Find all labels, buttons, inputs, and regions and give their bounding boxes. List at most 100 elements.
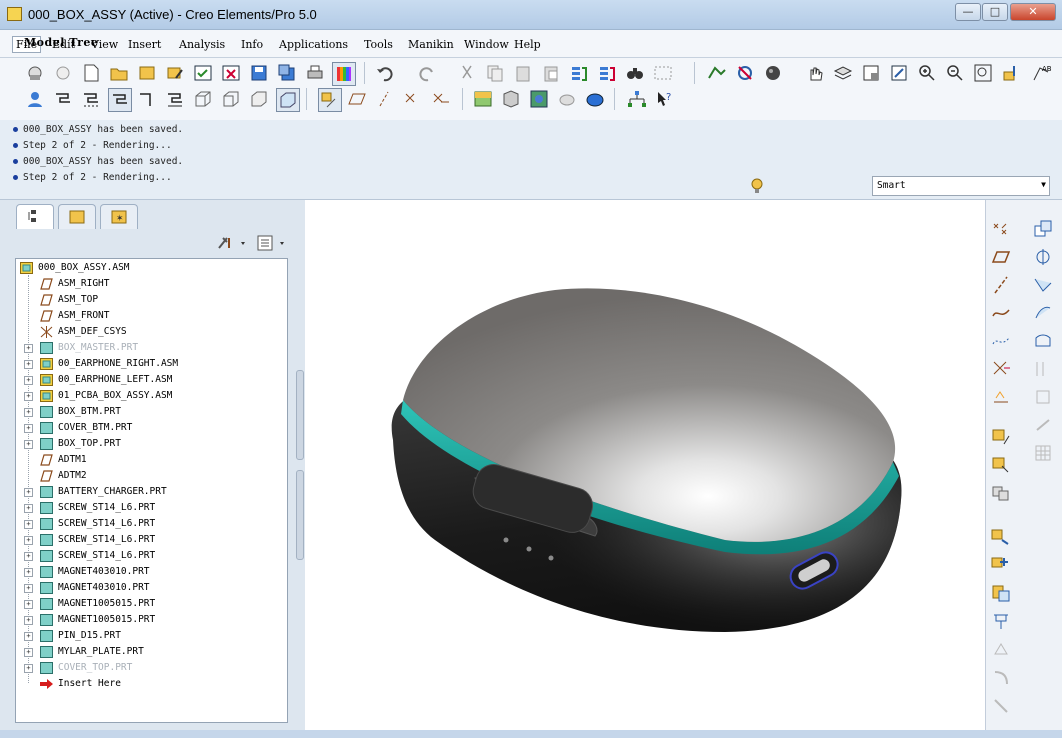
panel-splitter[interactable] [296,370,304,460]
tree-item[interactable]: +01_PCBA_BOX_ASSY.ASM [16,388,286,404]
expand-toggle-icon[interactable]: + [24,520,33,529]
tree-item[interactable]: + SCREW_ST14_L6.PRT [16,532,286,548]
context-help-icon[interactable]: ? [654,88,676,110]
hidden-line-icon[interactable] [220,88,242,110]
expand-toggle-icon[interactable]: + [24,344,33,353]
close-window-icon[interactable] [220,62,242,84]
tree-item[interactable]: + PIN_D15.PRT [16,628,286,644]
paste-icon[interactable] [512,62,534,84]
tab-model-tree[interactable] [16,204,54,229]
tree-item[interactable]: + BOX_BTM.PRT [16,404,286,420]
regenerate-icon[interactable] [568,62,590,84]
expand-toggle-icon[interactable]: + [24,440,33,449]
expand-toggle-icon[interactable]: + [24,648,33,657]
tree-item[interactable]: ADTM1 [16,452,286,468]
activate-window-icon[interactable] [192,62,214,84]
print-icon[interactable] [304,62,326,84]
expand-toggle-icon[interactable]: + [24,360,33,369]
sketch-icon-1[interactable] [52,88,74,110]
new-file-icon[interactable] [80,62,102,84]
color-appearance-icon[interactable] [332,62,356,86]
selection-box-icon[interactable] [652,62,674,84]
datum-axis-display-icon[interactable] [346,88,368,110]
annotation-display-icon[interactable] [430,88,452,110]
edit-pencil-icon[interactable] [164,62,186,84]
undo-icon[interactable] [374,62,396,84]
tree-item[interactable]: ADTM2 [16,468,286,484]
earphone-case-model[interactable] [305,200,985,730]
datum-axis-tool-icon[interactable] [990,274,1012,296]
tree-item[interactable]: ASM_DEF_CSYS [16,324,286,340]
find-binoculars-icon[interactable] [624,62,646,84]
chamfer-icon-disabled[interactable] [990,694,1012,716]
cut-out-icon[interactable] [990,610,1012,632]
tree-item[interactable]: + BOX_MASTER.PRT [16,340,286,356]
tree-settings-tools-icon[interactable] [215,234,249,252]
pan-hand-icon[interactable] [804,62,826,84]
paste-special-icon[interactable] [540,62,562,84]
datum-curve-tool-icon[interactable] [990,302,1012,324]
tree-item[interactable]: + SCREW_ST14_L6.PRT [16,500,286,516]
erase-icon[interactable] [52,62,74,84]
save-copy-icon[interactable] [276,62,298,84]
named-view-icon[interactable] [888,62,910,84]
datum-plane-display-icon[interactable] [318,88,342,112]
tree-item[interactable]: + MYLAR_PLATE.PRT [16,644,286,660]
tree-item[interactable]: + MAGNET403010.PRT [16,564,286,580]
menu-window[interactable]: Window [464,38,509,51]
close-button[interactable]: ✕ [1010,3,1056,21]
datum-plane-tool-icon[interactable] [990,246,1012,268]
tree-item[interactable]: + BATTERY_CHARGER.PRT [16,484,286,500]
add-component-icon[interactable] [990,426,1012,448]
expand-toggle-icon[interactable]: + [24,536,33,545]
sketch-icon-3[interactable] [108,88,132,112]
menu-applications[interactable]: Applications [279,38,348,51]
menu-manikin[interactable]: Manikin [408,38,454,51]
mirror-component-icon[interactable] [990,582,1012,604]
reorient-icon[interactable] [1000,62,1022,84]
expand-toggle-icon[interactable]: + [24,408,33,417]
pattern-grid-icon-disabled[interactable] [1032,442,1054,464]
print-preview-icon[interactable] [24,62,46,84]
round-icon-disabled[interactable] [990,666,1012,688]
maximize-button[interactable]: □ [982,3,1008,21]
title-bar[interactable]: 000_BOX_ASSY (Active) - Creo Elements/Pr… [0,0,1062,30]
regenerate-manager-icon[interactable] [596,62,618,84]
create-component-icon[interactable] [990,454,1012,476]
user-icon[interactable] [24,88,46,110]
menu-insert[interactable]: Insert [128,38,161,51]
panel-splitter[interactable] [296,470,304,560]
sketch-icon-2[interactable] [80,88,102,110]
lights-icon[interactable] [556,88,578,110]
scene-icon[interactable] [500,88,522,110]
tree-item[interactable]: ASM_TOP [16,292,286,308]
save-icon[interactable] [248,62,270,84]
assemble-icon[interactable] [990,526,1012,548]
merge-icon[interactable] [1032,274,1054,296]
tab-folder-browser[interactable] [58,204,96,229]
extrude-surface-icon[interactable] [1032,302,1054,324]
model-tree-settings-icon[interactable] [626,88,648,110]
render-icon[interactable] [472,88,494,110]
network-icon[interactable] [734,62,756,84]
thicken-icon-disabled[interactable] [1032,414,1054,436]
view-manager-icon[interactable] [860,62,882,84]
tree-item[interactable]: + SCREW_ST14_L6.PRT [16,516,286,532]
sketch-icon-5[interactable] [164,88,186,110]
status-bulb-icon[interactable] [750,177,764,195]
open-folder-icon[interactable] [108,62,130,84]
sketch-icon-4[interactable] [136,88,158,110]
expand-toggle-icon[interactable]: + [24,552,33,561]
tree-item[interactable]: + SCREW_ST14_L6.PRT [16,548,286,564]
menu-info[interactable]: Info [241,38,263,51]
wireframe-icon[interactable] [192,88,214,110]
expand-toggle-icon[interactable]: + [24,568,33,577]
create-new-icon[interactable] [990,554,1012,576]
expand-toggle-icon[interactable]: + [24,632,33,641]
room-editor-icon[interactable] [528,88,550,110]
tree-item[interactable]: +00_EARPHONE_RIGHT.ASM [16,356,286,372]
package-component-icon[interactable] [990,482,1012,504]
zoom-in-icon[interactable] [916,62,938,84]
minimize-button[interactable]: — [955,3,981,21]
tab-favorites[interactable]: ✶ [100,204,138,229]
